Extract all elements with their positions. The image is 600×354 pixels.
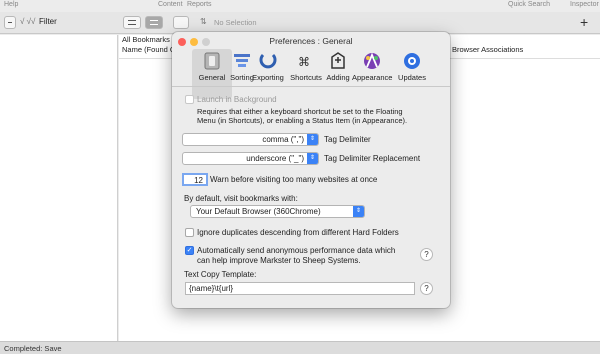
sidebar [0,35,118,341]
status-bar: Completed: Save [0,341,600,354]
tab-separator [172,86,450,87]
anonymous-data-line1: Automatically send anonymous performance… [197,246,396,255]
launch-note-line1: Requires that either a keyboard shortcut… [197,107,403,116]
tag-delimiter-value: comma (",") [262,135,304,144]
svg-text:⌘: ⌘ [298,55,310,69]
default-browser-value: Your Default Browser (360Chrome) [196,207,321,216]
appearance-icon [364,52,380,69]
tag-delimiter-replacement-label: Tag Delimiter Replacement [324,154,421,163]
no-selection-icon: ⇅ [200,17,207,26]
warn-count-label: Warn before visiting too many websites a… [210,175,378,184]
exporting-icon [259,53,277,69]
content-tab[interactable]: Content [158,1,183,8]
browser-associations-header[interactable]: Browser Associations [452,45,523,59]
tag-delimiter-replacement-popup[interactable]: underscore ("_") ⇕ [182,152,319,165]
updates-icon [404,53,420,69]
name-column-header[interactable]: Name (Found O [122,45,176,59]
preferences-dialog: Preferences : General General Sorting Ex… [172,32,450,308]
ignore-duplicates-label: Ignore duplicates descending from differ… [197,228,399,237]
top-bar: Help Content Reports Quick Search Inspec… [0,0,600,12]
tab-exporting-label: Exporting [252,73,284,82]
list-view-button[interactable] [123,16,141,29]
tab-updates-label: Updates [398,73,426,82]
tag-replacement-value: underscore ("_") [246,154,304,163]
add-icon[interactable]: + [580,14,588,30]
no-selection-label: No Selection [214,18,257,27]
inspector-label[interactable]: Inspector [570,1,599,8]
default-browser-popup[interactable]: Your Default Browser (360Chrome) ⇕ [190,205,365,218]
tab-appearance-label: Appearance [352,73,393,82]
shortcuts-icon: ⌘ [298,55,310,69]
tab-exporting[interactable]: Exporting [248,49,288,99]
help-icon[interactable]: ? [420,248,433,261]
toolbar: √ √√ Filter ⇅ No Selection + [0,12,600,34]
check-marks-icon: √ √√ [20,17,36,26]
anonymous-data-line2: can help improve Markster to Sheep Syste… [197,256,361,265]
detail-view-button[interactable] [145,16,163,29]
launch-background-checkbox[interactable] [185,95,194,104]
warn-count-input[interactable]: 12 [182,173,208,186]
tab-updates[interactable]: Updates [392,49,432,99]
tag-button[interactable] [173,16,189,29]
ignore-duplicates-checkbox[interactable] [185,228,194,237]
launch-background-label: Launch in Background [197,95,277,104]
help-icon[interactable]: ? [420,282,433,295]
visit-with-label: By default, visit bookmarks with: [184,194,298,203]
collapse-button[interactable] [4,16,16,29]
dialog-title: Preferences : General [269,36,353,46]
filter-label[interactable]: Filter [39,17,57,26]
all-bookmarks-header[interactable]: All Bookmarks & [122,35,177,44]
tab-appearance[interactable]: Appearance [352,49,392,99]
quick-search-label[interactable]: Quick Search [508,1,550,8]
general-icon [204,52,220,70]
chevron-updown-icon: ⇕ [307,153,318,164]
copy-template-input[interactable]: {name}\t{url} [185,282,415,295]
copy-template-label: Text Copy Template: [184,270,257,279]
adding-icon [331,52,345,69]
help-label[interactable]: Help [4,1,18,8]
tag-delimiter-popup[interactable]: comma (",") ⇕ [182,133,319,146]
reports-tab[interactable]: Reports [187,1,212,8]
anonymous-data-checkbox[interactable]: ✓ [185,246,194,255]
chevron-updown-icon: ⇕ [353,206,364,217]
chevron-updown-icon: ⇕ [307,134,318,145]
launch-note-line2: Menu (in Shortcuts), or enabling a Statu… [197,116,408,125]
tag-delimiter-label: Tag Delimiter [324,135,371,144]
